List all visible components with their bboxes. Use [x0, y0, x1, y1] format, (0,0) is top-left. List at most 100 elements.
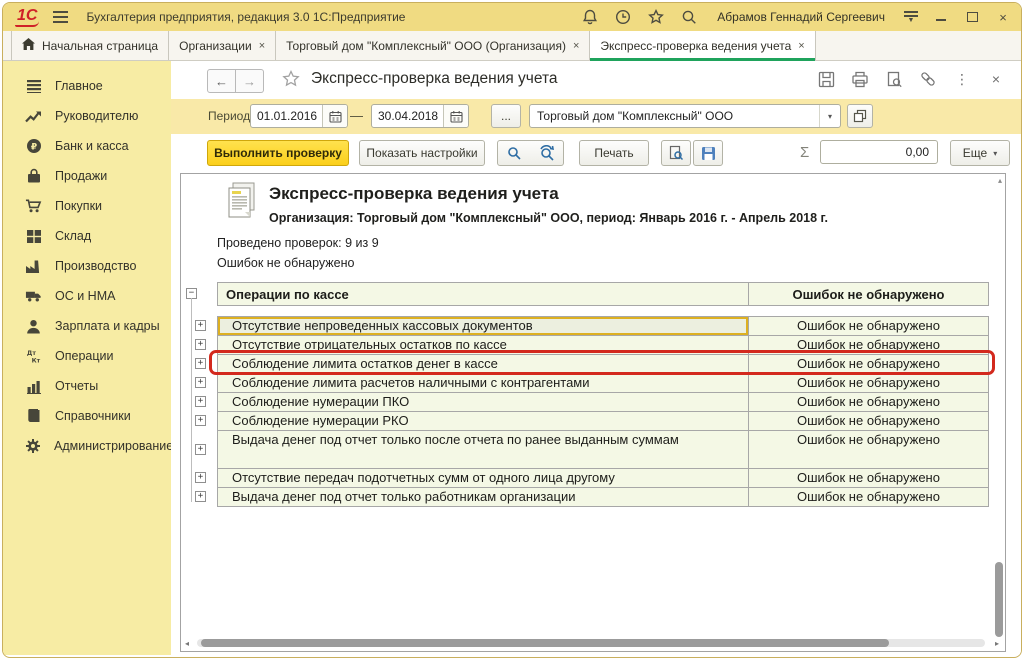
- tab-close-icon[interactable]: ×: [573, 40, 579, 52]
- check-result-cell[interactable]: Ошибок не обнаружено: [749, 374, 989, 392]
- tab-close-icon[interactable]: ×: [798, 40, 804, 52]
- save-icon[interactable]: [817, 70, 835, 88]
- check-name-cell[interactable]: Выдача денег под отчет только после отче…: [217, 431, 749, 468]
- sidebar-item-operations[interactable]: ДтКт Операции: [3, 341, 171, 371]
- sidebar-item-sales[interactable]: Продажи: [3, 161, 171, 191]
- sidebar-item-reports[interactable]: Отчеты: [3, 371, 171, 401]
- check-name-cell[interactable]: Соблюдение нумерации РКО: [217, 412, 749, 430]
- current-user[interactable]: Абрамов Геннадий Сергеевич: [717, 10, 885, 24]
- check-result-cell[interactable]: Ошибок не обнаружено: [749, 393, 989, 411]
- organization-dropdown-icon[interactable]: ▾: [819, 105, 840, 127]
- nav-forward-button[interactable]: →: [236, 69, 264, 93]
- check-row-highlighted[interactable]: Соблюдение лимита остатков денег в кассе…: [217, 355, 989, 374]
- check-name-cell[interactable]: Соблюдение нумерации ПКО: [217, 393, 749, 411]
- check-row[interactable]: Отсутствие непроведенных кассовых докуме…: [217, 317, 989, 336]
- check-row[interactable]: Выдача денег под отчет только после отче…: [217, 431, 989, 469]
- check-row[interactable]: Соблюдение лимита расчетов наличными с к…: [217, 374, 989, 393]
- window-minimize-button[interactable]: [933, 10, 949, 25]
- expand-row-icon[interactable]: +: [195, 472, 206, 483]
- tab-organizations[interactable]: Организации ×: [169, 31, 276, 60]
- show-settings-button[interactable]: Показать настройки: [359, 140, 485, 166]
- expand-row-icon[interactable]: +: [195, 444, 206, 455]
- tab-express-check[interactable]: Экспресс-проверка ведения учета ×: [590, 31, 815, 60]
- check-name-cell[interactable]: Отсутствие передач подотчетных сумм от о…: [217, 469, 749, 487]
- expand-row-icon[interactable]: +: [195, 377, 206, 388]
- vertical-scrollbar-thumb[interactable]: [995, 562, 1003, 637]
- search-icon[interactable]: [680, 8, 698, 26]
- history-clock-icon[interactable]: [614, 8, 632, 26]
- sidebar-item-main[interactable]: Главное: [3, 71, 171, 101]
- sidebar-item-manager[interactable]: Руководителю: [3, 101, 171, 131]
- sidebar-item-warehouse[interactable]: Склад: [3, 221, 171, 251]
- check-row[interactable]: Соблюдение нумерации РКО Ошибок не обнар…: [217, 412, 989, 431]
- check-row[interactable]: Отсутствие отрицательных остатков по кас…: [217, 336, 989, 355]
- period-choice-button[interactable]: ...: [491, 104, 521, 128]
- more-options-icon[interactable]: ⋮: [953, 70, 971, 88]
- organization-field[interactable]: Торговый дом "Комплексный" ООО ▾: [529, 104, 841, 128]
- close-form-icon[interactable]: ×: [987, 70, 1005, 88]
- window-maximize-button[interactable]: [964, 10, 980, 25]
- check-row[interactable]: Отсутствие передач подотчетных сумм от о…: [217, 469, 989, 488]
- preview-icon[interactable]: [885, 70, 903, 88]
- date-to-input[interactable]: [372, 109, 443, 123]
- sum-input[interactable]: [821, 145, 937, 159]
- nav-back-button[interactable]: ←: [207, 69, 236, 93]
- organization-open-icon[interactable]: [847, 104, 873, 128]
- calendar-icon[interactable]: [443, 105, 468, 127]
- expand-row-icon[interactable]: +: [195, 415, 206, 426]
- horizontal-scroll-track[interactable]: [197, 639, 985, 647]
- check-name-cell[interactable]: Соблюдение лимита расчетов наличными с к…: [217, 374, 749, 392]
- check-result-cell[interactable]: Ошибок не обнаружено: [749, 317, 989, 335]
- sidebar-item-salary-hr[interactable]: Зарплата и кадры: [3, 311, 171, 341]
- check-name-cell[interactable]: Выдача денег под отчет только работникам…: [217, 488, 749, 506]
- expand-row-icon[interactable]: +: [195, 396, 206, 407]
- favorites-star-icon[interactable]: [647, 8, 665, 26]
- main-menu-icon[interactable]: [53, 11, 68, 23]
- sidebar-item-administration[interactable]: Администрирование: [3, 431, 171, 461]
- check-row[interactable]: Выдача денег под отчет только работникам…: [217, 488, 989, 507]
- date-from-input[interactable]: [251, 109, 322, 123]
- sidebar-item-purchases[interactable]: Покупки: [3, 191, 171, 221]
- sidebar-item-production[interactable]: Производство: [3, 251, 171, 281]
- sidebar-item-fixed-assets[interactable]: ОС и НМА: [3, 281, 171, 311]
- check-result-cell[interactable]: Ошибок не обнаружено: [749, 412, 989, 430]
- table-group-header[interactable]: Операции по кассе Ошибок не обнаружено: [217, 282, 989, 306]
- print-preview-button[interactable]: [661, 140, 691, 166]
- check-result-cell[interactable]: Ошибок не обнаружено: [749, 336, 989, 354]
- save-result-button[interactable]: [693, 140, 723, 166]
- favorite-star-icon[interactable]: [281, 69, 301, 94]
- check-result-cell[interactable]: Ошибок не обнаружено: [749, 355, 989, 373]
- check-result-cell[interactable]: Ошибок не обнаружено: [749, 431, 989, 468]
- check-result-cell[interactable]: Ошибок не обнаружено: [749, 469, 989, 487]
- print-icon[interactable]: [851, 70, 869, 88]
- link-icon[interactable]: [919, 70, 937, 88]
- tab-close-icon[interactable]: ×: [259, 40, 265, 52]
- scroll-right-icon[interactable]: ▸: [995, 639, 999, 648]
- find-next-icon-button[interactable]: [530, 140, 564, 166]
- check-name-cell[interactable]: Отсутствие отрицательных остатков по кас…: [217, 336, 749, 354]
- sidebar-item-bank-cash[interactable]: ₽ Банк и касса: [3, 131, 171, 161]
- notifications-bell-icon[interactable]: [581, 8, 599, 26]
- check-name-cell[interactable]: Соблюдение лимита остатков денег в кассе: [217, 355, 749, 373]
- expand-row-icon[interactable]: +: [195, 339, 206, 350]
- sidebar-item-directories[interactable]: Справочники: [3, 401, 171, 431]
- service-menu-icon[interactable]: ▼: [904, 11, 918, 23]
- horizontal-scrollbar-thumb[interactable]: [201, 639, 889, 647]
- tab-home[interactable]: Начальная страница: [11, 31, 169, 60]
- expand-row-icon[interactable]: +: [195, 491, 206, 502]
- print-button[interactable]: Печать: [579, 140, 649, 166]
- scroll-up-icon[interactable]: ▴: [998, 176, 1002, 185]
- more-button[interactable]: Еще ▾: [950, 140, 1010, 166]
- check-name-cell[interactable]: Отсутствие непроведенных кассовых докуме…: [217, 317, 749, 335]
- title-bar: 1С Бухгалтерия предприятия, редакция 3.0…: [3, 3, 1021, 31]
- expand-row-icon[interactable]: +: [195, 320, 206, 331]
- scroll-left-icon[interactable]: ◂: [185, 639, 189, 648]
- run-check-button[interactable]: Выполнить проверку: [207, 140, 349, 166]
- check-result-cell[interactable]: Ошибок не обнаружено: [749, 488, 989, 506]
- expand-row-icon[interactable]: +: [195, 358, 206, 369]
- find-icon-button[interactable]: [497, 140, 531, 166]
- check-row[interactable]: Соблюдение нумерации ПКО Ошибок не обнар…: [217, 393, 989, 412]
- window-close-button[interactable]: ×: [995, 10, 1011, 25]
- tab-organization-card[interactable]: Торговый дом "Комплексный" ООО (Организа…: [276, 31, 590, 60]
- calendar-icon[interactable]: [322, 105, 347, 127]
